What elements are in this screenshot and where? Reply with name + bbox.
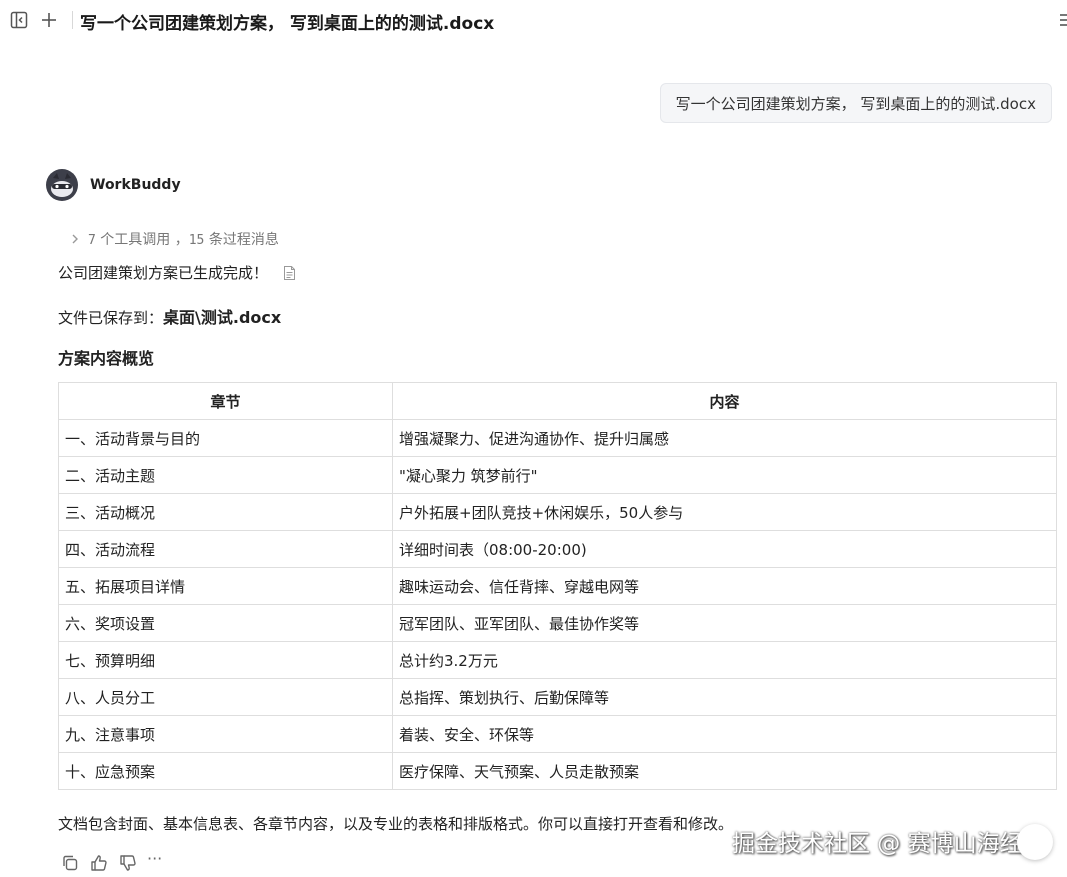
agent-avatar — [46, 169, 78, 201]
saved-path-line: 文件已保存到：桌面\测试.docx — [58, 304, 281, 328]
agent-name: WorkBuddy — [90, 177, 181, 193]
table-row: 五、拓展项目详情 趣味运动会、信任背摔、穿越电网等 — [58, 567, 1057, 605]
chapter-cell: 三、活动概况 — [58, 493, 393, 531]
plus-icon[interactable] — [39, 10, 59, 30]
table-row: 七、预算明细 总计约3.2万元 — [58, 641, 1057, 679]
chapter-cell: 九、注意事项 — [58, 715, 393, 753]
chapter-cell: 五、拓展项目详情 — [58, 567, 393, 605]
content-cell: 户外拓展+团队竞技+休闲娱乐，50人参与 — [392, 493, 1057, 531]
table-row: 四、活动流程 详细时间表（08:00-20:00) — [58, 530, 1057, 568]
watermark: 掘金技术社区 @ 赛博山海经 — [732, 831, 1023, 857]
content-cell: 趣味运动会、信任背摔、穿越电网等 — [392, 567, 1057, 605]
chevron-right-icon — [68, 232, 82, 246]
copy-icon[interactable] — [60, 853, 80, 873]
chapter-cell: 八、人员分工 — [58, 678, 393, 716]
table-row: 三、活动概况 户外拓展+团队竞技+休闲娱乐，50人参与 — [58, 493, 1057, 531]
saved-path: 桌面\测试.docx — [163, 308, 282, 327]
content-cell: 冠军团队、亚军团队、最佳协作奖等 — [392, 604, 1057, 642]
plan-overview-table: 章节 内容 一、活动背景与目的 增强凝聚力、促进沟通协作、提升归属感 二、活动主题… — [58, 382, 1057, 790]
table-row: 六、奖项设置 冠军团队、亚军团队、最佳协作奖等 — [58, 604, 1057, 642]
summary-separator: ， — [174, 232, 189, 248]
content-cell: 总计约3.2万元 — [392, 641, 1057, 679]
chapter-cell: 二、活动主题 — [58, 456, 393, 494]
column-header-content: 内容 — [392, 382, 1057, 420]
table-row: 八、人员分工 总指挥、策划执行、后勤保障等 — [58, 678, 1057, 716]
tool-call-summary[interactable]: 7 个工具调用 ，15 条过程消息 — [68, 229, 279, 249]
column-header-chapter: 章节 — [58, 382, 393, 420]
page-title: 写一个公司团建策划方案， 写到桌面上的的测试.docx — [80, 14, 495, 34]
overview-heading: 方案内容概览 — [58, 349, 155, 368]
table-header-row: 章节 内容 — [58, 382, 1057, 420]
table-row: 十、应急预案 医疗保障、天气预案、人员走散预案 — [58, 752, 1057, 790]
file-icon — [283, 265, 296, 285]
process-count: 15 — [188, 233, 205, 248]
thumbs-down-icon[interactable] — [118, 853, 138, 873]
footer-text: 文档包含封面、基本信息表、各章节内容，以及专业的表格和排版格式。你可以直接打开查… — [58, 815, 734, 833]
completion-text: 公司团建策划方案已生成完成！ — [58, 264, 269, 282]
tool-call-label: 个工具调用 — [100, 232, 171, 248]
chapter-cell: 一、活动背景与目的 — [58, 419, 393, 457]
content-cell: 医疗保障、天气预案、人员走散预案 — [392, 752, 1057, 790]
user-message-bubble: 写一个公司团建策划方案， 写到桌面上的的测试.docx — [659, 83, 1052, 123]
content-cell: 增强凝聚力、促进沟通协作、提升归属感 — [392, 419, 1057, 457]
table-row: 一、活动背景与目的 增强凝聚力、促进沟通协作、提升归属感 — [58, 419, 1057, 457]
top-bar: 写一个公司团建策划方案， 写到桌面上的的测试.docx — [0, 0, 1067, 40]
content-cell: 着装、安全、环保等 — [392, 715, 1057, 753]
header-divider — [72, 11, 73, 29]
scroll-button[interactable] — [1017, 824, 1053, 860]
content-cell: 总指挥、策划执行、后勤保障等 — [392, 678, 1057, 716]
chapter-cell: 七、预算明细 — [58, 641, 393, 679]
chapter-cell: 四、活动流程 — [58, 530, 393, 568]
content-cell: 详细时间表（08:00-20:00) — [392, 530, 1057, 568]
table-row: 二、活动主题 "凝心聚力 筑梦前行" — [58, 456, 1057, 494]
tool-call-count: 7 — [88, 233, 96, 248]
chapter-cell: 六、奖项设置 — [58, 604, 393, 642]
thumbs-up-icon[interactable] — [89, 853, 109, 873]
menu-icon[interactable] — [1057, 10, 1067, 30]
completion-message: 公司团建策划方案已生成完成！ — [58, 262, 296, 285]
process-label: 条过程消息 — [208, 232, 279, 248]
saved-path-prefix: 文件已保存到： — [58, 309, 164, 327]
table-row: 九、注意事项 着装、安全、环保等 — [58, 715, 1057, 753]
content-cell: "凝心聚力 筑梦前行" — [392, 456, 1057, 494]
sidebar-toggle-icon[interactable] — [9, 10, 29, 30]
more-options-button[interactable]: ··· — [147, 849, 171, 869]
chapter-cell: 十、应急预案 — [58, 752, 393, 790]
